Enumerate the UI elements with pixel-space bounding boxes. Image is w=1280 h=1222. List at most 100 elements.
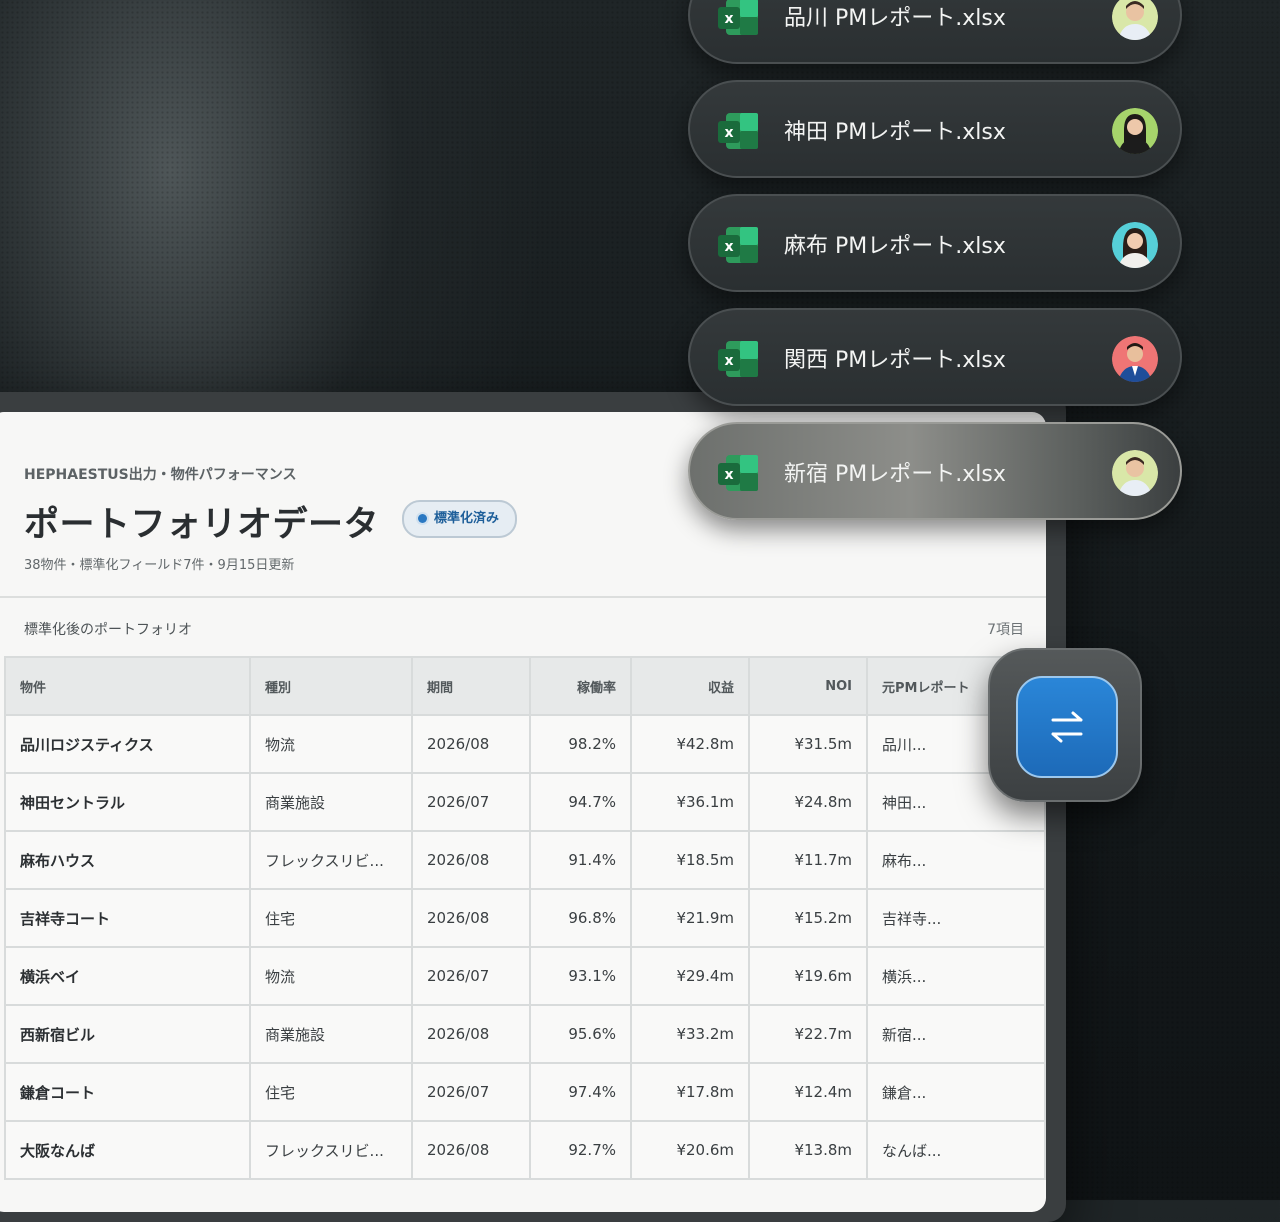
table-cell: フレックスリビ...: [249, 1120, 413, 1180]
table-cell: 2026/08: [411, 888, 531, 948]
table-cell: 吉祥寺コート: [4, 888, 251, 948]
table-row[interactable]: 大阪なんば フレックスリビ... 2026/08 92.7% ¥20.6m ¥1…: [4, 1120, 1046, 1180]
table-cell: ¥17.8m: [630, 1062, 750, 1122]
table-cell: 2026/08: [411, 1120, 531, 1180]
page-title: ポートフォリオデータ: [24, 505, 380, 545]
svg-text:x: x: [724, 239, 733, 255]
table-cell: 2026/08: [411, 714, 531, 774]
table-row[interactable]: 品川ロジスティクス 物流 2026/08 98.2% ¥42.8m ¥31.5m…: [4, 714, 1046, 774]
swap-button-frame: [988, 648, 1142, 802]
table-row[interactable]: 吉祥寺コート 住宅 2026/08 96.8% ¥21.9m ¥15.2m 吉祥…: [4, 888, 1046, 948]
excel-file-icon: x: [718, 0, 758, 35]
table-cell: ¥36.1m: [630, 772, 750, 832]
file-chip[interactable]: x 関西 PMレポート.xlsx: [688, 308, 1182, 406]
table-cell: 神田セントラル: [4, 772, 251, 832]
table-cell: 麻布ハウス: [4, 830, 251, 890]
column-header[interactable]: 種別: [249, 656, 413, 716]
status-badge-label: 標準化済み: [434, 511, 500, 526]
table-cell: ¥42.8m: [630, 714, 750, 774]
table-cell: ¥20.6m: [630, 1120, 750, 1180]
column-header[interactable]: 収益: [630, 656, 750, 716]
excel-file-icon: x: [718, 227, 758, 263]
svg-text:x: x: [724, 353, 733, 369]
table-cell: ¥13.8m: [748, 1120, 868, 1180]
column-header[interactable]: NOI: [748, 656, 868, 716]
excel-file-icon: x: [718, 341, 758, 377]
excel-file-icon: x: [718, 455, 758, 491]
table-cell: 品川ロジスティクス: [4, 714, 251, 774]
panel-meta: 38物件・標準化フィールド7件・9月15日更新: [24, 558, 295, 573]
table-cell: 2026/07: [411, 946, 531, 1006]
svg-text:x: x: [724, 467, 733, 483]
avatar: [1112, 450, 1158, 496]
table-cell: 商業施設: [249, 772, 413, 832]
table-cell: ¥31.5m: [748, 714, 868, 774]
table-cell: 92.7%: [529, 1120, 632, 1180]
file-chip[interactable]: x 神田 PMレポート.xlsx: [688, 80, 1182, 178]
avatar: [1112, 336, 1158, 382]
table-cell: ¥33.2m: [630, 1004, 750, 1064]
avatar: [1112, 108, 1158, 154]
table-cell: 麻布...: [866, 830, 1046, 890]
table-cell: ¥12.4m: [748, 1062, 868, 1122]
table-cell: 2026/08: [411, 1004, 531, 1064]
divider: [0, 596, 1046, 598]
file-name: 神田 PMレポート.xlsx: [784, 120, 1006, 145]
file-chip[interactable]: x 麻布 PMレポート.xlsx: [688, 194, 1182, 292]
table-header-row: 物件 種別 期間 稼働率 収益 NOI 元PMレポート: [4, 656, 1046, 716]
avatar: [1112, 222, 1158, 268]
table-cell: なんば...: [866, 1120, 1046, 1180]
table-cell: 物流: [249, 946, 413, 1006]
portfolio-panel: HEPHAESTUS出力・物件パフォーマンス ポートフォリオデータ 標準化済み …: [0, 412, 1046, 1212]
file-name: 関西 PMレポート.xlsx: [784, 348, 1006, 373]
status-badge: 標準化済み: [402, 500, 518, 538]
section-count: 7項目: [987, 622, 1024, 638]
section-label: 標準化後のポートフォリオ: [24, 622, 192, 638]
file-name: 新宿 PMレポート.xlsx: [784, 462, 1006, 487]
column-header[interactable]: 期間: [411, 656, 531, 716]
svg-text:x: x: [724, 125, 733, 141]
table-cell: 97.4%: [529, 1062, 632, 1122]
avatar: [1112, 0, 1158, 40]
file-chip-selected[interactable]: x 新宿 PMレポート.xlsx: [688, 422, 1182, 520]
svg-text:x: x: [724, 11, 733, 27]
table-cell: ¥11.7m: [748, 830, 868, 890]
table-cell: ¥21.9m: [630, 888, 750, 948]
table-cell: 新宿...: [866, 1004, 1046, 1064]
file-name: 麻布 PMレポート.xlsx: [784, 234, 1006, 259]
table-row[interactable]: 横浜ベイ 物流 2026/07 93.1% ¥29.4m ¥19.6m 横浜..…: [4, 946, 1046, 1006]
table-cell: 91.4%: [529, 830, 632, 890]
excel-file-icon: x: [718, 113, 758, 149]
table-cell: 鎌倉コート: [4, 1062, 251, 1122]
table-cell: 93.1%: [529, 946, 632, 1006]
table-row[interactable]: 麻布ハウス フレックスリビ... 2026/08 91.4% ¥18.5m ¥1…: [4, 830, 1046, 890]
file-name: 品川 PMレポート.xlsx: [784, 6, 1006, 31]
table-cell: 鎌倉...: [866, 1062, 1046, 1122]
column-header[interactable]: 稼働率: [529, 656, 632, 716]
table-cell: 物流: [249, 714, 413, 774]
table-cell: 住宅: [249, 888, 413, 948]
panel-eyebrow: HEPHAESTUS出力・物件パフォーマンス: [24, 467, 297, 483]
swap-arrows-icon: [1051, 711, 1083, 743]
table-cell: フレックスリビ...: [249, 830, 413, 890]
table-cell: 横浜ベイ: [4, 946, 251, 1006]
portfolio-table: 物件 種別 期間 稼働率 収益 NOI 元PMレポート 品川ロジスティクス 物流…: [4, 656, 1046, 1180]
table-cell: 96.8%: [529, 888, 632, 948]
table-cell: 住宅: [249, 1062, 413, 1122]
file-chip[interactable]: x 品川 PMレポート.xlsx: [688, 0, 1182, 64]
table-row[interactable]: 神田セントラル 商業施設 2026/07 94.7% ¥36.1m ¥24.8m…: [4, 772, 1046, 832]
table-cell: 吉祥寺...: [866, 888, 1046, 948]
table-cell: 商業施設: [249, 1004, 413, 1064]
table-cell: ¥24.8m: [748, 772, 868, 832]
table-row[interactable]: 西新宿ビル 商業施設 2026/08 95.6% ¥33.2m ¥22.7m 新…: [4, 1004, 1046, 1064]
table-cell: 95.6%: [529, 1004, 632, 1064]
column-header[interactable]: 物件: [4, 656, 251, 716]
table-cell: ¥22.7m: [748, 1004, 868, 1064]
table-cell: ¥18.5m: [630, 830, 750, 890]
table-cell: 2026/07: [411, 772, 531, 832]
swap-button[interactable]: [1016, 676, 1118, 778]
table-cell: 94.7%: [529, 772, 632, 832]
table-cell: ¥19.6m: [748, 946, 868, 1006]
table-cell: 2026/08: [411, 830, 531, 890]
table-row[interactable]: 鎌倉コート 住宅 2026/07 97.4% ¥17.8m ¥12.4m 鎌倉.…: [4, 1062, 1046, 1122]
